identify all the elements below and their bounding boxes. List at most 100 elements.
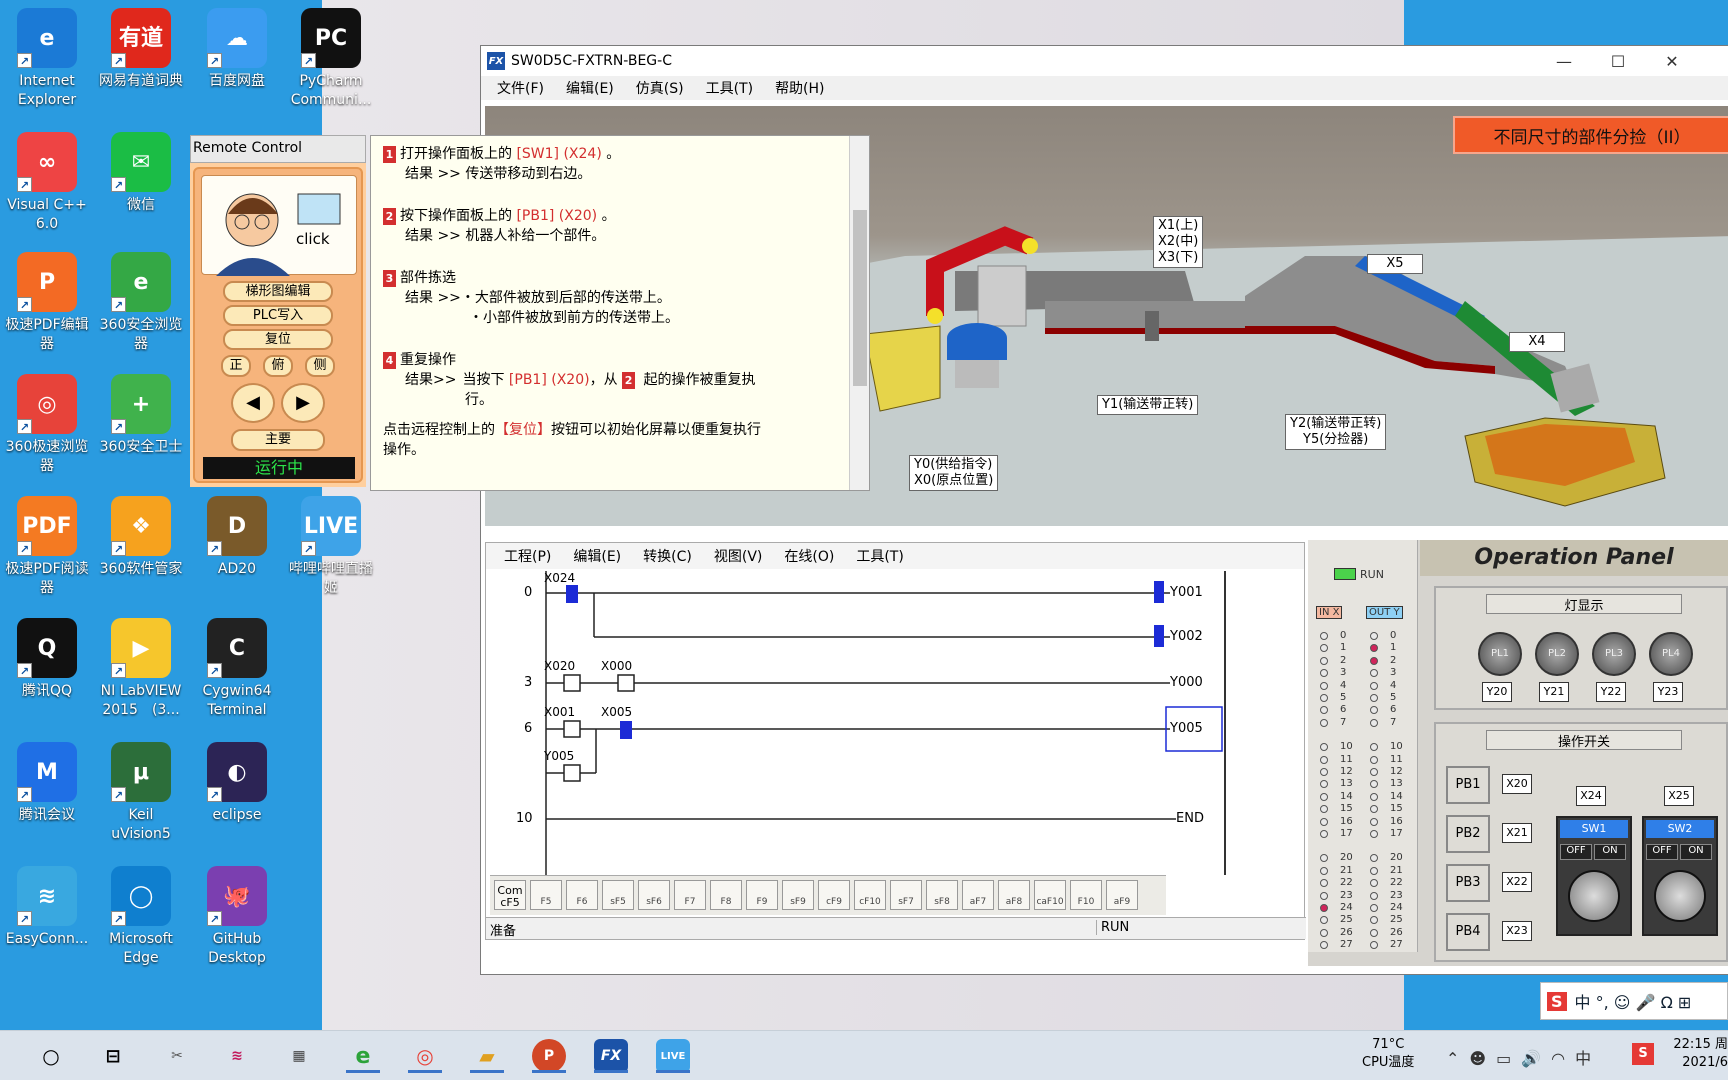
maximize-button[interactable]: ☐ — [1591, 46, 1645, 76]
ladder-tool-button[interactable]: F10 — [1070, 880, 1102, 910]
desktop-icon[interactable]: ✉ ↗ 微信 — [94, 132, 188, 215]
contact-x001[interactable]: X001 — [544, 705, 575, 719]
browser-360-icon[interactable]: e — [346, 1039, 380, 1073]
ladder-tool-button[interactable]: sF9 — [782, 880, 814, 910]
view-side-button[interactable]: 侧 — [305, 355, 335, 377]
desktop-icon[interactable]: 🐙 ↗ GitHub Desktop — [190, 866, 284, 968]
ladder-edit-button[interactable]: 梯形图编辑 — [223, 281, 333, 302]
coil-y002[interactable]: Y002 — [1170, 629, 1203, 644]
desktop-icon[interactable]: ◯ ↗ Microsoft Edge — [94, 866, 188, 968]
ladder-menu-convert[interactable]: 转换(C) — [643, 546, 692, 566]
desktop-icon[interactable]: M ↗ 腾讯会议 — [0, 742, 94, 825]
ladder-tool-button[interactable]: aF8 — [998, 880, 1030, 910]
coil-y005[interactable]: Y005 — [1170, 721, 1203, 736]
desktop-icon[interactable]: e ↗ 360安全浏览 器 — [94, 252, 188, 354]
desktop-icon[interactable]: ∞ ↗ Visual C++ 6.0 — [0, 132, 94, 234]
ladder-tool-button[interactable]: cF10 — [854, 880, 886, 910]
scroll-thumb[interactable] — [853, 210, 867, 386]
ladder-tool-button[interactable]: F9 — [746, 880, 778, 910]
footer-1: 点击远程控制上的 — [383, 422, 495, 438]
clock[interactable]: 22:15 周 2021/6 — [1668, 1036, 1728, 1072]
push-button-pb1[interactable]: PB1 — [1446, 766, 1490, 804]
rotary-knob-icon[interactable] — [1654, 870, 1706, 922]
ladder-tool-button[interactable]: Com cF5 — [494, 880, 526, 910]
ladder-menu-edit[interactable]: 编辑(E) — [573, 546, 621, 566]
contact-x005[interactable]: X005 — [601, 705, 632, 719]
desktop-icon[interactable]: e ↗ Internet Explorer — [0, 8, 94, 110]
push-button-pb4[interactable]: PB4 — [1446, 913, 1490, 951]
desktop-icon[interactable]: μ ↗ Keil uVision5 — [94, 742, 188, 844]
desktop-icon[interactable]: PC ↗ PyCharm Communi... — [284, 8, 378, 110]
desktop-icon[interactable]: + ↗ 360安全卫士 — [94, 374, 188, 457]
ladder-tool-button[interactable]: F5 — [530, 880, 562, 910]
next-button[interactable]: ▶ — [281, 383, 325, 423]
tool-icon[interactable]: ✂ — [160, 1039, 194, 1073]
desktop-icon[interactable]: ▶ ↗ NI LabVIEW 2015 (3... — [94, 618, 188, 720]
sogou-tray-icon[interactable]: S — [1632, 1043, 1654, 1065]
help-scrollbar[interactable] — [849, 136, 869, 490]
browser-360-speed-icon[interactable]: ◎ — [408, 1039, 442, 1073]
desktop-icon[interactable]: ◐ ↗ eclipse — [190, 742, 284, 825]
menu-help[interactable]: 帮助(H) — [775, 78, 824, 98]
menu-tools[interactable]: 工具(T) — [706, 78, 753, 98]
push-button-pb2[interactable]: PB2 — [1446, 815, 1490, 853]
reset-button[interactable]: 复位 — [223, 329, 333, 350]
ladder-tool-button[interactable]: caF10 — [1034, 880, 1066, 910]
desktop-icon[interactable]: ☁ ↗ 百度网盘 — [190, 8, 284, 91]
ladder-tool-button[interactable]: sF8 — [926, 880, 958, 910]
desktop-icon[interactable]: ≋ ↗ EasyConn... — [0, 866, 94, 949]
ladder-menu-online[interactable]: 在线(O) — [784, 546, 834, 566]
desktop-icon[interactable]: ❖ ↗ 360软件管家 — [94, 496, 188, 579]
menu-edit[interactable]: 编辑(E) — [566, 78, 614, 98]
desktop-icon[interactable]: C ↗ Cygwin64 Terminal — [190, 618, 284, 720]
desktop-icon[interactable]: ◎ ↗ 360极速浏览 器 — [0, 374, 94, 476]
close-button[interactable]: ✕ — [1645, 46, 1699, 76]
desktop-icon[interactable]: LIVE ↗ 哔哩哔哩直播 姬 — [284, 496, 378, 598]
ladder-tool-button[interactable]: aF7 — [962, 880, 994, 910]
calculator-icon[interactable]: ▦ — [282, 1039, 316, 1073]
contact-x000[interactable]: X000 — [601, 659, 632, 673]
prev-button[interactable]: ◀ — [231, 383, 275, 423]
file-explorer-icon[interactable]: ▰ — [470, 1039, 504, 1073]
ladder-tool-button[interactable]: sF7 — [890, 880, 922, 910]
minimize-button[interactable]: — — [1537, 46, 1591, 76]
contact-x020[interactable]: X020 — [544, 659, 575, 673]
ladder-menu-tools[interactable]: 工具(T) — [856, 546, 903, 566]
desktop-icon[interactable]: P ↗ 极速PDF编辑 器 — [0, 252, 94, 354]
coil-y001[interactable]: Y001 — [1170, 585, 1203, 600]
ladder-tool-button[interactable]: F6 — [566, 880, 598, 910]
rotary-knob-icon[interactable] — [1568, 870, 1620, 922]
main-button[interactable]: 主要 — [231, 429, 325, 451]
desktop-icon[interactable]: PDF ↗ 极速PDF阅读 器 — [0, 496, 94, 598]
desktop-icon[interactable]: Q ↗ 腾讯QQ — [0, 618, 94, 701]
ladder-menu-project[interactable]: 工程(P) — [504, 546, 551, 566]
plc-write-button[interactable]: PLC写入 — [223, 305, 333, 326]
ladder-canvas[interactable]: 0 3 6 10 X024 X020 X000 X001 X005 Y005 Y… — [486, 571, 1226, 875]
network-app-icon[interactable]: ≋ — [220, 1039, 254, 1073]
powerpoint-icon[interactable]: P — [532, 1039, 566, 1073]
ladder-tool-button[interactable]: sF5 — [602, 880, 634, 910]
desktop-icon[interactable]: D ↗ AD20 — [190, 496, 284, 579]
contact-x024[interactable]: X024 — [544, 571, 575, 585]
fxtrn-icon[interactable]: FX — [594, 1039, 628, 1073]
ladder-tool-button[interactable]: F8 — [710, 880, 742, 910]
desktop-icon[interactable]: 有道 ↗ 网易有道词典 — [94, 8, 188, 91]
task-view-icon[interactable]: ⊟ — [96, 1039, 130, 1073]
view-top-button[interactable]: 俯 — [263, 355, 293, 377]
contact-y005[interactable]: Y005 — [544, 749, 574, 763]
push-button-pb3[interactable]: PB3 — [1446, 864, 1490, 902]
coil-y000[interactable]: Y000 — [1170, 675, 1203, 690]
ladder-menu-view[interactable]: 视图(V) — [714, 546, 763, 566]
bilibili-live-icon[interactable]: LIVE — [656, 1039, 690, 1073]
menu-simulate[interactable]: 仿真(S) — [636, 78, 684, 98]
title-bar[interactable]: FX SW0D5C-FXTRN-BEG-C — ☐ ✕ — [481, 46, 1728, 76]
ladder-tool-button[interactable]: F7 — [674, 880, 706, 910]
ladder-tool-button[interactable]: cF9 — [818, 880, 850, 910]
ladder-tool-button[interactable]: aF9 — [1106, 880, 1138, 910]
tray-icons[interactable]: ⌃☻▭🔊◠中 — [1446, 1045, 1601, 1069]
ladder-tool-button[interactable]: sF6 — [638, 880, 670, 910]
menu-file[interactable]: 文件(F) — [497, 78, 544, 98]
view-front-button[interactable]: 正 — [221, 355, 251, 377]
search-icon[interactable]: ○ — [34, 1039, 68, 1073]
ime-toolbar[interactable]: S 中 °, ☺ 🎤 Ω ⊞ — [1540, 982, 1728, 1020]
